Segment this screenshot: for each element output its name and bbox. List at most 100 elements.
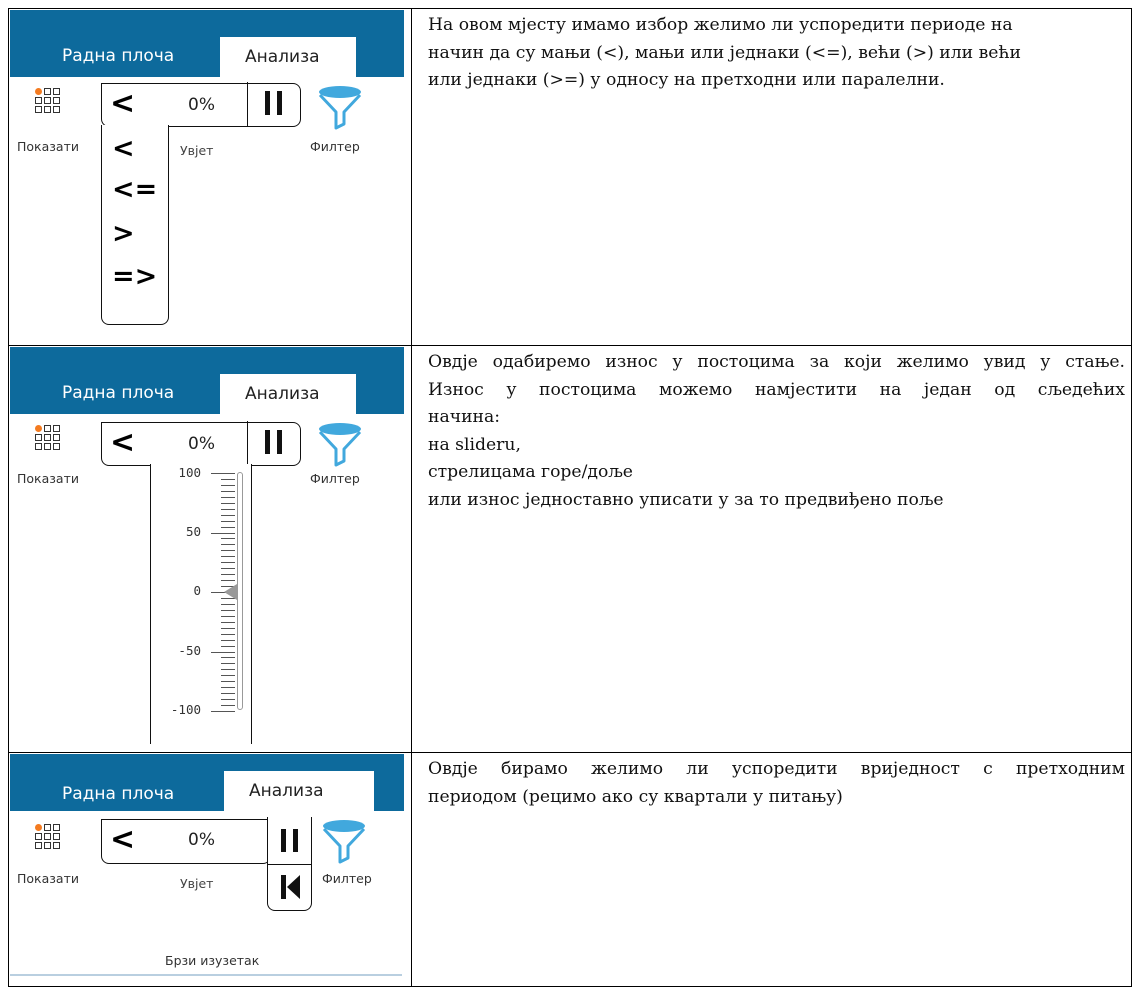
tab-analysis-label: Анализа: [249, 781, 324, 801]
operator-option[interactable]: <: [112, 133, 135, 164]
tab-analysis[interactable]: Анализа: [220, 374, 356, 414]
filter-funnel-icon[interactable]: [316, 84, 364, 130]
operator-select[interactable]: <: [110, 425, 135, 460]
slider-tick: [221, 538, 235, 540]
instruction-table: Радна плоча Анализа Показати < 0% Увјет …: [8, 8, 1132, 987]
slider-tick: [221, 615, 235, 617]
slider-tick: [221, 580, 235, 582]
slider-tick: [211, 532, 235, 534]
slider-tick: [221, 562, 235, 564]
pause-icon: [265, 430, 270, 454]
percent-input[interactable]: 0%: [188, 95, 215, 115]
slider-tick: [221, 514, 235, 516]
filter-funnel-icon[interactable]: [316, 421, 364, 467]
pause-icon-bar: [293, 829, 298, 852]
quick-exception-label: Брзи изузетак: [165, 953, 260, 968]
condition-box: < 0%: [101, 819, 271, 864]
slider-tick: [221, 639, 235, 641]
slider-tick-label: 50: [185, 524, 201, 539]
pause-icon: [265, 91, 270, 115]
text-line: периодом (рецимо ако су квартали у питањ…: [428, 786, 843, 807]
slider-tick: [221, 699, 235, 701]
tab-analysis-label: Анализа: [245, 384, 320, 404]
operator-option[interactable]: >: [112, 218, 135, 249]
pause-icon-bar: [277, 430, 282, 454]
slider-tick: [221, 490, 235, 492]
slider-tick: [211, 711, 235, 712]
filter-label: Филтер: [310, 139, 360, 154]
slider-rail[interactable]: [237, 472, 243, 710]
slider-tick: [221, 502, 235, 504]
slider-tick: [221, 478, 235, 480]
slider-tick-label: -100: [170, 702, 201, 717]
operator-select[interactable]: <: [110, 86, 135, 121]
slider-tick: [211, 473, 235, 474]
operator-dropdown: < <= > =>: [101, 125, 169, 325]
slider-thumb[interactable]: [224, 584, 237, 600]
stack-divider: [268, 864, 311, 865]
slider-tick: [221, 526, 235, 528]
show-label: Показати: [17, 139, 79, 154]
screenshot-cell: Радна плоча Анализа Показати < 0%: [8, 345, 412, 753]
percent-input[interactable]: 0%: [188, 434, 215, 454]
text-line: или једнаки (>=) у односу на претходни и…: [428, 70, 945, 91]
table-row: Радна плоча Анализа Показати < 0%: [8, 8, 1132, 346]
slider-tick: [221, 609, 235, 611]
apps-grid-icon[interactable]: [34, 88, 64, 118]
tab-dashboard[interactable]: Радна плоча: [62, 383, 174, 403]
slider-tick: [221, 675, 235, 677]
condition-label: Увјет: [180, 143, 214, 158]
slider-tick: [221, 556, 235, 558]
slider-tick: [221, 496, 235, 498]
table-row: Радна плоча Анализа Показати < 0% Увјет: [8, 752, 1132, 987]
ribbon-bottom-rule: [10, 974, 402, 976]
filter-label: Филтер: [322, 871, 372, 886]
pause-icon[interactable]: [281, 829, 286, 852]
apps-grid-icon[interactable]: [34, 425, 64, 455]
slider-tick-label: 100: [178, 465, 201, 480]
text-line: На овом мјесту имамо избор желимо ли усп…: [428, 15, 1013, 35]
filter-funnel-icon[interactable]: [320, 818, 368, 864]
text-line: начина:: [428, 407, 501, 428]
operator-select[interactable]: <: [110, 822, 135, 857]
slider-tick: [221, 687, 235, 689]
tab-dashboard[interactable]: Радна плоча: [62, 784, 174, 804]
tab-analysis[interactable]: Анализа: [224, 771, 374, 811]
tab-analysis-label: Анализа: [245, 47, 320, 67]
tab-dashboard[interactable]: Радна плоча: [62, 46, 174, 66]
description-paragraph: Овдје бирамо желимо ли успоредити вријед…: [428, 756, 1125, 811]
slider-tick: [221, 663, 235, 665]
slider-tick: [221, 544, 235, 546]
description-paragraph: Овдје одабиремо износ у постоцима за кој…: [428, 349, 1125, 515]
operator-option[interactable]: =>: [112, 261, 157, 292]
slider-tick: [221, 633, 235, 635]
table-row: Радна плоча Анализа Показати < 0%: [8, 345, 1132, 753]
apps-grid-icon[interactable]: [34, 824, 64, 854]
description-cell: Овдје одабиремо износ у постоцима за кој…: [411, 345, 1132, 753]
slider-tick: [221, 484, 235, 486]
slider-tick: [221, 568, 235, 570]
slider-tick: [221, 681, 235, 683]
tab-analysis[interactable]: Анализа: [220, 37, 356, 77]
slider-tick: [221, 603, 235, 605]
pause-button[interactable]: [247, 82, 300, 127]
slider-tick: [221, 627, 235, 629]
text-line: Овдје одабиремо износ у постоцима за кој…: [428, 352, 1125, 372]
percent-slider-panel: 100 50 0 -50 -100: [150, 464, 252, 744]
condition-box: < 0%: [101, 421, 301, 466]
pause-icon-bar: [277, 91, 282, 115]
percent-input[interactable]: 0%: [188, 830, 215, 850]
slider-tick: [221, 520, 235, 522]
ribbon-screenshot: Радна плоча Анализа Показати < 0% Увјет: [10, 754, 404, 982]
pause-skip-stack: [267, 817, 312, 911]
screenshot-cell: Радна плоча Анализа Показати < 0% Увјет: [8, 752, 412, 987]
operator-option[interactable]: <=: [112, 174, 157, 205]
slider-tick: [221, 657, 235, 659]
show-label: Показати: [17, 871, 79, 886]
slider-tick: [221, 574, 235, 576]
text-line: или износ једноставно уписати у за то пр…: [428, 489, 944, 510]
slider-tick: [221, 693, 235, 695]
pause-button[interactable]: [247, 421, 300, 466]
skip-back-icon[interactable]: [281, 875, 301, 899]
text-line: начин да су мањи (<), мањи или једнаки (…: [428, 42, 1021, 63]
